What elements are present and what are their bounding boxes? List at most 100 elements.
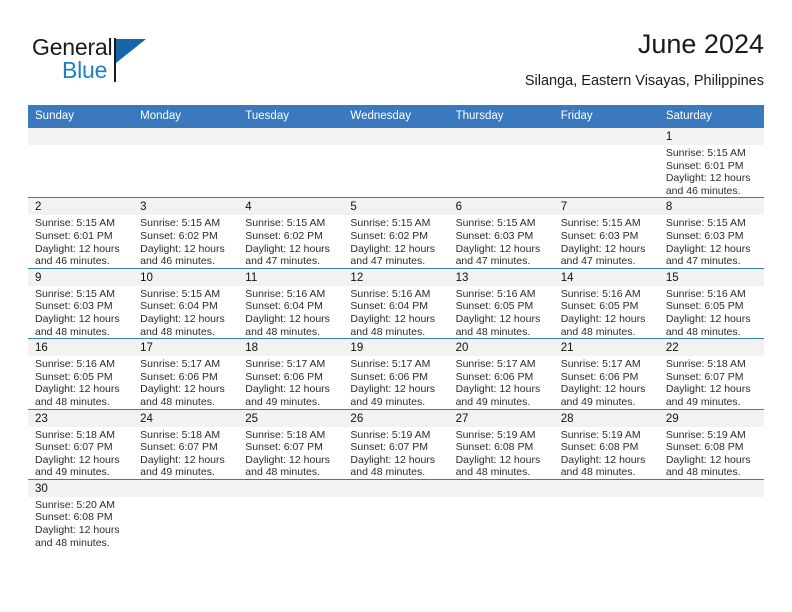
daylight-text-line1: Daylight: 12 hours: [245, 312, 330, 325]
daylight-text-line2: and 47 minutes.: [245, 255, 320, 268]
cell-inner: 12 Sunrise: 5:16 AM Sunset: 6:04 PM Dayligh…: [343, 268, 449, 338]
day-details: Sunrise: 5:17 AM Sunset: 6:06 PM Daylight:…: [554, 356, 659, 408]
daylight-text-line1: Daylight: 12 hours: [140, 453, 225, 466]
calendar-cell-day[interactable]: 9 Sunrise: 5:15 AM Sunset: 6:03 PM Daylight…: [28, 267, 134, 339]
day-number: 27: [455, 412, 469, 425]
sunset-text: Sunset: 6:06 PM: [140, 370, 218, 383]
daynum-strip: 17: [133, 339, 239, 357]
daylight-text-line1: Daylight: 12 hours: [350, 312, 436, 325]
weekday-header-saturday: Saturday: [658, 105, 764, 128]
sunset-text: Sunset: 6:06 PM: [560, 370, 639, 383]
calendar-cell-day[interactable]: 30 Sunrise: 5:20 AM Sunset: 6:08 PM Dayligh…: [28, 478, 134, 550]
calendar-cell-day[interactable]: 10 Sunrise: 5:15 AM Sunset: 6:04 PM Dayligh…: [133, 267, 239, 339]
cell-inner: 20 Sunrise: 5:17 AM Sunset: 6:06 PM Dayligh…: [448, 339, 554, 408]
page-title: June 2024: [637, 29, 764, 59]
calendar-cell-day[interactable]: 5 Sunrise: 5:15 AM Sunset: 6:02 PM Daylight…: [343, 197, 449, 269]
daylight-text-line2: and 47 minutes.: [350, 255, 426, 268]
cell-inner: [343, 479, 449, 549]
calendar-cell-day[interactable]: 7 Sunrise: 5:15 AM Sunset: 6:03 PM Daylight…: [553, 197, 659, 269]
daylight-text-line1: Daylight: 12 hours: [665, 453, 751, 466]
daylight-text-line1: Daylight: 12 hours: [455, 453, 541, 466]
daynum-strip: [553, 479, 659, 497]
day-number: 15: [665, 271, 679, 284]
daynum-strip: 23: [28, 409, 134, 427]
daynum-strip: 9: [28, 268, 134, 286]
cell-inner: 1 Sunrise: 5:15 AM Sunset: 6:01 PM Daylight…: [658, 128, 764, 197]
cell-inner: 4 Sunrise: 5:15 AM Sunset: 6:02 PM Daylight…: [238, 198, 344, 268]
calendar-cell-day[interactable]: 2 Sunrise: 5:15 AM Sunset: 6:01 PM Daylight…: [28, 197, 134, 269]
calendar-cell-day[interactable]: 16 Sunrise: 5:16 AM Sunset: 6:05 PM Dayligh…: [28, 338, 134, 409]
sunset-text: Sunset: 6:05 PM: [665, 300, 744, 313]
calendar-cell-day[interactable]: 28 Sunrise: 5:19 AM Sunset: 6:08 PM Dayligh…: [553, 408, 659, 480]
cell-inner: 15 Sunrise: 5:16 AM Sunset: 6:05 PM Dayligh…: [658, 268, 764, 338]
calendar-cell-day[interactable]: 3 Sunrise: 5:15 AM Sunset: 6:02 PM Daylight…: [133, 197, 239, 269]
sunrise-text: Sunrise: 5:18 AM: [665, 358, 746, 371]
calendar-cell-day[interactable]: 24 Sunrise: 5:18 AM Sunset: 6:07 PM Dayligh…: [133, 408, 239, 480]
daynum-strip: [343, 479, 449, 497]
sunset-text: Sunset: 6:02 PM: [245, 229, 323, 242]
sunset-text: Sunset: 6:06 PM: [245, 370, 323, 383]
calendar-cell-day[interactable]: 14 Sunrise: 5:16 AM Sunset: 6:05 PM Dayligh…: [553, 267, 659, 339]
calendar-cell-day[interactable]: 29 Sunrise: 5:19 AM Sunset: 6:08 PM Dayligh…: [658, 408, 764, 480]
calendar-cell-day[interactable]: 12 Sunrise: 5:16 AM Sunset: 6:04 PM Dayligh…: [343, 267, 449, 339]
daylight-text-line2: and 49 minutes.: [455, 395, 531, 408]
daylight-text-line2: and 48 minutes.: [140, 395, 215, 408]
calendar-cell-day[interactable]: 15 Sunrise: 5:16 AM Sunset: 6:05 PM Dayligh…: [658, 267, 764, 339]
daynum-strip: 25: [238, 409, 344, 427]
daylight-text-line1: Daylight: 12 hours: [350, 383, 436, 396]
day-number: 3: [140, 201, 147, 214]
daylight-text-line1: Daylight: 12 hours: [455, 312, 541, 325]
calendar-cell-day[interactable]: 17 Sunrise: 5:17 AM Sunset: 6:06 PM Dayligh…: [133, 338, 239, 409]
day-details: Sunrise: 5:15 AM Sunset: 6:04 PM Daylight:…: [133, 286, 238, 338]
daynum-strip: 10: [133, 268, 239, 286]
daynum-strip: [448, 479, 554, 497]
calendar-cell-day[interactable]: 18 Sunrise: 5:17 AM Sunset: 6:06 PM Dayligh…: [238, 338, 344, 409]
sunset-text: Sunset: 6:08 PM: [560, 441, 639, 454]
day-number: 25: [245, 412, 259, 425]
cell-inner: [448, 128, 554, 197]
calendar-cell-day[interactable]: 25 Sunrise: 5:18 AM Sunset: 6:07 PM Dayligh…: [238, 408, 344, 480]
calendar-cell-empty: [553, 126, 659, 198]
calendar-cell-day[interactable]: 23 Sunrise: 5:18 AM Sunset: 6:07 PM Dayligh…: [28, 408, 134, 480]
daylight-text-line2: and 48 minutes.: [350, 466, 426, 479]
calendar-cell-day[interactable]: 26 Sunrise: 5:19 AM Sunset: 6:07 PM Dayligh…: [343, 408, 449, 480]
sunset-text: Sunset: 6:02 PM: [140, 229, 218, 242]
daylight-text-line2: and 48 minutes.: [245, 466, 320, 479]
day-details: Sunrise: 5:16 AM Sunset: 6:04 PM Daylight:…: [238, 286, 343, 338]
day-number: 8: [665, 201, 673, 214]
calendar-cell-day[interactable]: 8 Sunrise: 5:15 AM Sunset: 6:03 PM Daylight…: [658, 197, 764, 269]
calendar-cell-day[interactable]: 4 Sunrise: 5:15 AM Sunset: 6:02 PM Daylight…: [238, 197, 344, 269]
daynum-strip: [133, 128, 239, 145]
cell-inner: [133, 128, 239, 197]
calendar-cell-day[interactable]: 13 Sunrise: 5:16 AM Sunset: 6:05 PM Dayligh…: [448, 267, 554, 339]
calendar-cell-day[interactable]: 22 Sunrise: 5:18 AM Sunset: 6:07 PM Dayligh…: [658, 338, 764, 409]
cell-inner: [238, 128, 344, 197]
cell-inner: 6 Sunrise: 5:15 AM Sunset: 6:03 PM Daylight…: [448, 198, 554, 267]
calendar-cell-day[interactable]: 11 Sunrise: 5:16 AM Sunset: 6:04 PM Dayligh…: [238, 267, 344, 339]
weekday-header-thursday: Thursday: [448, 105, 554, 128]
calendar-cell-day[interactable]: 19 Sunrise: 5:17 AM Sunset: 6:06 PM Dayligh…: [343, 338, 449, 409]
calendar-cell-empty: [448, 478, 554, 550]
day-number: 13: [455, 271, 469, 284]
daylight-text-line1: Daylight: 12 hours: [665, 172, 751, 185]
calendar-cell-day[interactable]: 20 Sunrise: 5:17 AM Sunset: 6:06 PM Dayligh…: [448, 338, 554, 409]
day-details: Sunrise: 5:18 AM Sunset: 6:07 PM Daylight:…: [238, 427, 343, 479]
cell-inner: 18 Sunrise: 5:17 AM Sunset: 6:06 PM Dayligh…: [238, 339, 344, 408]
calendar-cell-day[interactable]: 21 Sunrise: 5:17 AM Sunset: 6:06 PM Dayligh…: [553, 338, 659, 409]
day-details: Sunrise: 5:15 AM Sunset: 6:03 PM Daylight:…: [449, 215, 554, 267]
page-header: General Blue June 2024 Silanga, Eastern …: [28, 28, 764, 98]
sunset-text: Sunset: 6:04 PM: [350, 300, 429, 313]
day-number: 19: [350, 342, 364, 355]
day-details: Sunrise: 5:17 AM Sunset: 6:06 PM Daylight:…: [133, 356, 238, 408]
calendar-cell-day[interactable]: 1 Sunrise: 5:15 AM Sunset: 6:01 PM Daylight…: [658, 126, 764, 198]
daylight-text-line2: and 48 minutes.: [140, 325, 215, 338]
calendar-cell-day[interactable]: 27 Sunrise: 5:19 AM Sunset: 6:08 PM Dayligh…: [448, 408, 554, 480]
calendar-header-row: Sunday Monday Tuesday Wednesday Thursday Frid…: [28, 105, 764, 128]
day-number: 10: [140, 271, 153, 284]
day-details: Sunrise: 5:15 AM Sunset: 6:01 PM Daylight:…: [28, 215, 133, 267]
daylight-text-line1: Daylight: 12 hours: [350, 453, 436, 466]
daylight-text-line1: Daylight: 12 hours: [665, 383, 751, 396]
calendar-cell-day[interactable]: 6 Sunrise: 5:15 AM Sunset: 6:03 PM Daylight…: [448, 197, 554, 269]
sunrise-text: Sunrise: 5:15 AM: [140, 287, 221, 300]
cell-inner: [448, 479, 554, 549]
